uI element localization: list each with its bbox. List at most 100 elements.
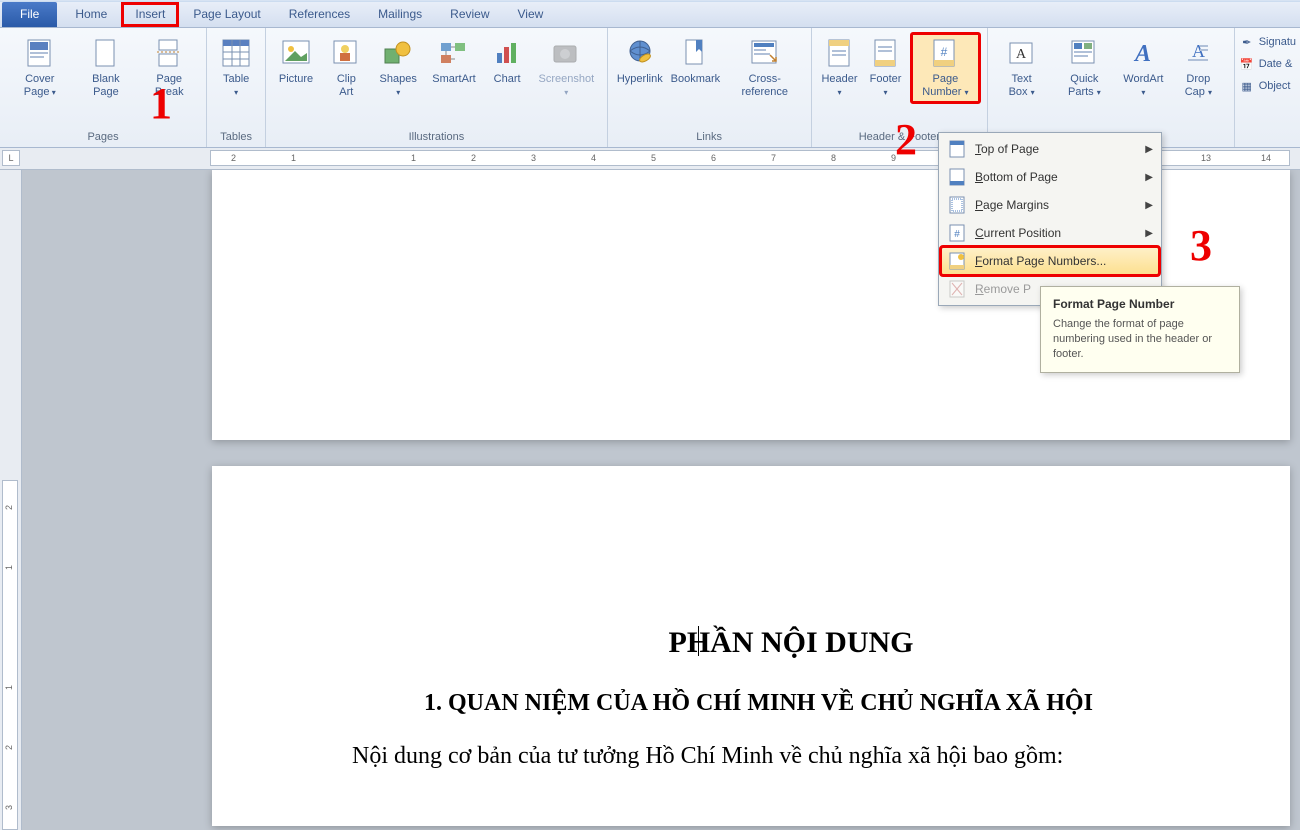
clip-art-icon <box>330 37 362 69</box>
menu-tab-home[interactable]: Home <box>61 2 121 27</box>
page-break-icon <box>153 37 185 69</box>
bookmark-label: Bookmark <box>671 73 721 86</box>
dropdown-current-position[interactable]: # Current Position ▶ <box>941 219 1159 247</box>
footer-label: Footer▾ <box>870 73 902 99</box>
document-page-2[interactable]: PHẦN NỘI DUNG 1. QUAN NIỆM CỦA HỒ CHÍ MI… <box>212 466 1290 826</box>
ruler-corner: L <box>2 150 20 166</box>
dropdown-label: Top of Page <box>975 142 1039 156</box>
drop-cap-button[interactable]: A Drop Cap ▾ <box>1169 32 1228 104</box>
blank-page-icon <box>90 37 122 69</box>
document-paragraph: Nội dung cơ bản của tư tưởng Hồ Chí Minh… <box>352 743 1230 770</box>
svg-text:#: # <box>941 45 948 59</box>
ribbon-right-extras: ✒Signatu 📅Date & ▦Object <box>1235 28 1300 147</box>
submenu-arrow-icon: ▶ <box>1145 172 1153 183</box>
format-page-number-icon <box>947 252 967 270</box>
table-icon <box>220 37 252 69</box>
dropdown-label: Current Position <box>975 226 1061 240</box>
cross-reference-label: Cross-reference <box>732 73 798 99</box>
table-button[interactable]: Table▾ <box>213 32 259 104</box>
page-number-button[interactable]: # Page Number ▾ <box>910 32 982 104</box>
date-time-button[interactable]: 📅Date & <box>1239 56 1296 72</box>
page-break-button[interactable]: Page Break <box>138 32 200 104</box>
picture-button[interactable]: Picture <box>272 32 320 91</box>
dropdown-bottom-of-page[interactable]: Bottom of Page ▶ <box>941 163 1159 191</box>
text-box-button[interactable]: A Text Box ▾ <box>994 32 1049 104</box>
shapes-icon <box>382 37 414 69</box>
shapes-button[interactable]: Shapes▾ <box>373 32 424 104</box>
hyperlink-button[interactable]: Hyperlink <box>614 32 666 91</box>
dropdown-label: Remove P <box>975 282 1031 296</box>
page-break-label: Page Break <box>145 73 193 99</box>
smartart-label: SmartArt <box>432 73 475 86</box>
bookmark-button[interactable]: Bookmark <box>668 32 723 91</box>
ribbon: Cover Page ▾ Blank Page Page Break Pages… <box>0 28 1300 148</box>
wordart-button[interactable]: A WordArt▾ <box>1120 32 1167 104</box>
dropdown-page-margins[interactable]: Page Margins ▶ <box>941 191 1159 219</box>
header-label: Header▾ <box>821 73 857 99</box>
ribbon-group-label-illustrations: Illustrations <box>272 129 601 145</box>
menu-tab-mailings[interactable]: Mailings <box>364 2 436 27</box>
tooltip-body: Change the format of page numbering used… <box>1053 317 1227 362</box>
cover-page-button[interactable]: Cover Page ▾ <box>6 32 74 104</box>
wordart-icon: A <box>1127 37 1159 69</box>
page-number-label: Page Number ▾ <box>917 73 975 99</box>
vertical-ruler[interactable]: 2 1 1 2 3 <box>0 170 22 830</box>
clip-art-label: Clip Art <box>329 73 364 99</box>
object-button[interactable]: ▦Object <box>1239 78 1296 94</box>
clip-art-button[interactable]: Clip Art <box>322 32 371 104</box>
smartart-button[interactable]: SmartArt <box>426 32 483 91</box>
dropdown-format-page-numbers[interactable]: Format Page Numbers... <box>941 247 1159 275</box>
dropdown-label: Format Page Numbers... <box>975 254 1106 268</box>
header-button[interactable]: Header▾ <box>818 32 862 104</box>
drop-cap-label: Drop Cap ▾ <box>1176 73 1221 99</box>
page-number-dropdown: Top of Page ▶ Bottom of Page ▶ Page Marg… <box>938 132 1162 306</box>
menu-tab-insert[interactable]: Insert <box>121 2 179 27</box>
dropdown-top-of-page[interactable]: Top of Page ▶ <box>941 135 1159 163</box>
chart-button[interactable]: Chart <box>484 32 530 91</box>
signature-line-button[interactable]: ✒Signatu <box>1239 34 1296 50</box>
picture-label: Picture <box>279 73 313 86</box>
picture-icon <box>280 37 312 69</box>
submenu-arrow-icon: ▶ <box>1145 228 1153 239</box>
cross-reference-button[interactable]: Cross-reference <box>725 32 805 104</box>
bookmark-icon <box>679 37 711 69</box>
menu-tab-page-layout[interactable]: Page Layout <box>179 2 274 27</box>
svg-text:#: # <box>954 229 960 240</box>
quick-parts-label: Quick Parts ▾ <box>1058 73 1111 99</box>
document-heading: 1. QUAN NIỆM CỦA HỒ CHÍ MINH VỀ CHỦ NGHĨ… <box>424 690 1230 717</box>
footer-icon <box>870 37 902 69</box>
wordart-label: WordArt▾ <box>1123 73 1163 99</box>
submenu-arrow-icon: ▶ <box>1145 200 1153 211</box>
ribbon-group-label-tables: Tables <box>213 129 259 145</box>
menu-tab-references[interactable]: References <box>275 2 364 27</box>
page-top-icon <box>947 140 967 158</box>
menu-tab-view[interactable]: View <box>504 2 558 27</box>
quick-parts-icon <box>1068 37 1100 69</box>
blank-page-label: Blank Page <box>83 73 130 99</box>
smartart-icon <box>438 37 470 69</box>
header-icon <box>824 37 856 69</box>
object-icon: ▦ <box>1239 78 1255 94</box>
menu-tab-file[interactable]: File <box>2 2 57 27</box>
page-margins-icon <box>947 196 967 214</box>
table-label: Table▾ <box>223 73 249 99</box>
tooltip-title: Format Page Number <box>1053 297 1227 311</box>
footer-button[interactable]: Footer▾ <box>864 32 908 104</box>
cover-page-icon <box>24 37 56 69</box>
hyperlink-icon <box>624 37 656 69</box>
dropdown-label: Bottom of Page <box>975 170 1058 184</box>
hyperlink-label: Hyperlink <box>617 73 663 86</box>
menu-tab-review[interactable]: Review <box>436 2 503 27</box>
chart-icon <box>491 37 523 69</box>
drop-cap-icon: A <box>1182 37 1214 69</box>
svg-text:A: A <box>1133 41 1151 67</box>
ribbon-group-header-footer: Header▾ Footer▾ # Page Number ▾ Header &… <box>812 28 989 147</box>
blank-page-button[interactable]: Blank Page <box>76 32 137 104</box>
document-title: PHẦN NỘI DUNG <box>352 626 1230 660</box>
screenshot-button[interactable]: Screenshot▾ <box>532 32 601 104</box>
quick-parts-button[interactable]: Quick Parts ▾ <box>1051 32 1118 104</box>
screenshot-label: Screenshot▾ <box>538 73 594 99</box>
signature-icon: ✒ <box>1239 34 1255 50</box>
ribbon-group-label-links: Links <box>614 129 805 145</box>
screenshot-icon <box>550 37 582 69</box>
